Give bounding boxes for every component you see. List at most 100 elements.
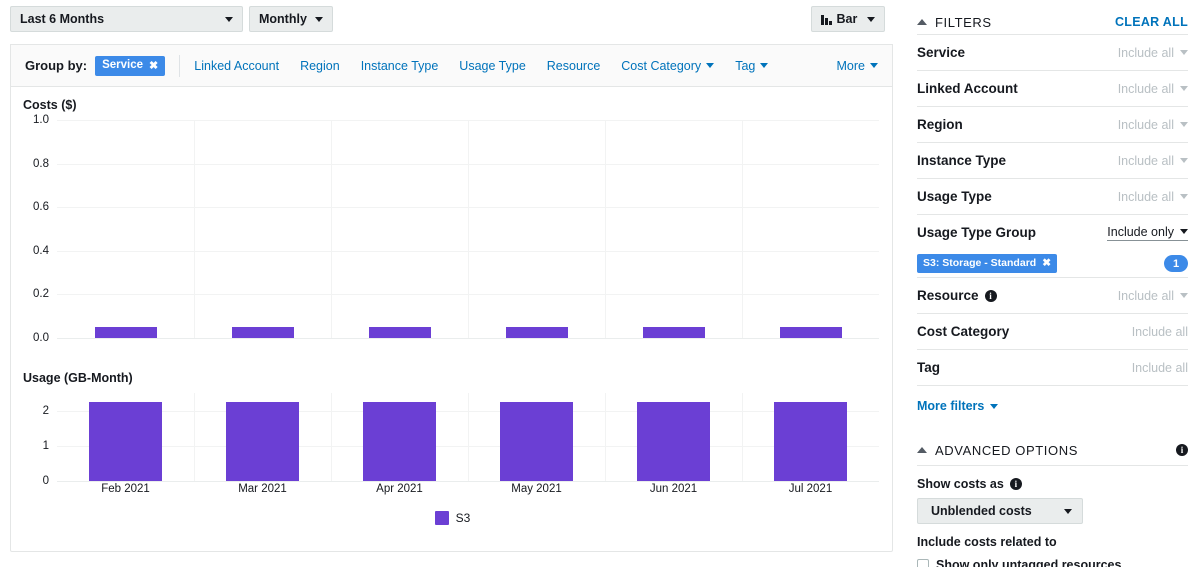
y-axis-tick: 0.8 <box>33 157 49 170</box>
bar-feb-2021[interactable] <box>94 327 157 338</box>
filter-value-select[interactable]: Include all <box>1118 46 1188 60</box>
filter-row-usage-type[interactable]: Usage Type Include all <box>917 179 1188 214</box>
gridline <box>57 338 879 339</box>
filter-value-text: Include only <box>1107 224 1174 239</box>
bar-may-2021[interactable] <box>500 401 573 481</box>
group-by-option-linked-account[interactable]: Linked Account <box>194 59 279 73</box>
bar-slot <box>194 393 331 481</box>
filter-value-text: Include all <box>1117 189 1174 204</box>
filters-header[interactable]: FILTERS CLEAR ALL <box>917 0 1188 34</box>
toolbar: Last 6 Months Monthly Bar <box>0 0 903 36</box>
filter-row-cost-category[interactable]: Cost Category Include all <box>917 314 1188 349</box>
bar-chart-icon <box>821 14 832 25</box>
filter-value-select[interactable]: Include all <box>1118 289 1188 303</box>
filters-panel: FILTERS CLEAR ALL Service Include all Link… <box>903 0 1200 567</box>
close-icon[interactable]: ✖ <box>149 59 158 72</box>
bar-jul-2021[interactable] <box>774 401 847 481</box>
bar-jul-2021[interactable] <box>779 327 842 338</box>
group-by-option-region[interactable]: Region <box>300 59 340 73</box>
chart-type-picker[interactable]: Bar <box>811 6 886 32</box>
option-label: Instance Type <box>360 58 439 73</box>
filter-value-text: Include all <box>1131 324 1188 339</box>
clear-all-button[interactable]: CLEAR ALL <box>1115 15 1188 29</box>
bar-mar-2021[interactable] <box>226 401 299 481</box>
legend-swatch-s3 <box>434 511 449 525</box>
date-range-picker[interactable]: Last 6 Months <box>10 6 243 32</box>
triangle-up-icon[interactable] <box>917 447 927 453</box>
triangle-up-icon[interactable] <box>917 19 927 25</box>
info-icon[interactable]: i <box>1176 444 1188 456</box>
filter-row-region[interactable]: Region Include all <box>917 107 1188 142</box>
checkbox-untagged-resources[interactable] <box>917 559 929 567</box>
bar-apr-2021[interactable] <box>368 327 431 338</box>
x-axis-label: Feb 2021 <box>101 483 150 495</box>
x-axis-label: Jul 2021 <box>788 483 833 495</box>
filter-value-select[interactable]: Include all <box>1132 361 1188 375</box>
filter-chip-usage-type-group[interactable]: S3: Storage - Standard ✖ <box>917 254 1058 273</box>
panel-divider <box>903 0 904 567</box>
bar-may-2021[interactable] <box>505 327 568 338</box>
filter-value-select[interactable]: Include all <box>1132 325 1188 339</box>
bar-slot <box>605 393 742 481</box>
filter-value-select[interactable]: Include all <box>1118 82 1188 96</box>
y-axis-tick: 0.0 <box>33 332 49 344</box>
option-label: Cost Category <box>621 58 702 73</box>
chevron-down-icon <box>1064 508 1072 514</box>
chevron-down-icon <box>760 63 769 68</box>
chevron-down-icon <box>1180 194 1188 199</box>
filter-rows: Service Include all Linked Account Include … <box>917 34 1188 386</box>
filter-value-select[interactable]: Include all <box>1118 118 1188 132</box>
bar-slot <box>331 393 468 481</box>
chevron-down-icon <box>314 16 323 22</box>
close-icon[interactable]: ✖ <box>1042 257 1051 269</box>
group-by-option-resource[interactable]: Resource <box>547 59 601 73</box>
filter-row-linked-account[interactable]: Linked Account Include all <box>917 71 1188 106</box>
bar-slot <box>742 120 879 338</box>
granularity-picker[interactable]: Monthly <box>249 6 333 32</box>
filter-value-text: Include all <box>1131 360 1188 375</box>
filter-name-text: Instance Type <box>917 153 1007 168</box>
filter-row-service[interactable]: Service Include all <box>917 35 1188 70</box>
y-axis-tick: 0.2 <box>33 288 49 301</box>
group-by-chip-service[interactable]: Service ✖ <box>95 55 166 76</box>
filter-row-instance-type[interactable]: Instance Type Include all <box>917 143 1188 178</box>
group-by-more-button[interactable]: More <box>837 59 878 73</box>
filter-name: Usage Type Group <box>917 225 1036 240</box>
main-content: Last 6 Months Monthly Bar Group by: Serv… <box>0 0 903 567</box>
group-by-option-usage-type[interactable]: Usage Type <box>459 59 525 73</box>
filter-value-select[interactable]: Include only <box>1107 225 1188 241</box>
advanced-options-header[interactable]: ADVANCED OPTIONS i <box>917 435 1188 465</box>
bar-jun-2021[interactable] <box>637 401 710 481</box>
granularity-label: Monthly <box>259 12 307 26</box>
bar-apr-2021[interactable] <box>363 401 436 481</box>
chevron-down-icon <box>1180 158 1188 163</box>
group-by-option-tag[interactable]: Tag <box>735 59 769 73</box>
filter-row-tag[interactable]: Tag Include all <box>917 350 1188 385</box>
bar-jun-2021[interactable] <box>642 327 705 338</box>
selected-value: Unblended costs <box>931 504 1032 518</box>
group-by-label: Group by: <box>25 58 88 73</box>
more-filters-button[interactable]: More filters <box>917 399 999 413</box>
label-text: Show costs as <box>917 477 1004 491</box>
info-icon[interactable]: i <box>1009 478 1022 490</box>
filter-value-select[interactable]: Include all <box>1118 154 1188 168</box>
filter-value-select[interactable]: Include all <box>1118 190 1188 204</box>
x-axis-label: Jun 2021 <box>649 483 698 495</box>
filter-row-resource[interactable]: Resource i Include all <box>917 278 1188 313</box>
untagged-resources-checkbox-row[interactable]: Show only untagged resources <box>917 558 1188 567</box>
selected-filter-chip-row: S3: Storage - Standard ✖ 1 <box>917 250 1188 277</box>
bar-feb-2021[interactable] <box>89 401 162 481</box>
chevron-down-icon <box>1180 293 1188 298</box>
filter-name-text: Tag <box>917 360 940 375</box>
group-by-option-instance-type[interactable]: Instance Type <box>361 59 439 73</box>
y-axis-tick: 1.0 <box>33 114 49 126</box>
show-costs-as-select[interactable]: Unblended costs <box>917 498 1083 524</box>
filter-row-usage-type-group[interactable]: Usage Type Group Include only <box>917 215 1188 250</box>
option-label: Resource <box>546 58 601 73</box>
filter-value-text: Include all <box>1117 81 1174 96</box>
chevron-down-icon <box>706 63 715 68</box>
bar-mar-2021[interactable] <box>231 327 294 338</box>
group-by-option-cost-category[interactable]: Cost Category <box>621 58 715 73</box>
info-icon[interactable]: i <box>984 289 997 302</box>
chevron-down-icon <box>1180 50 1188 55</box>
